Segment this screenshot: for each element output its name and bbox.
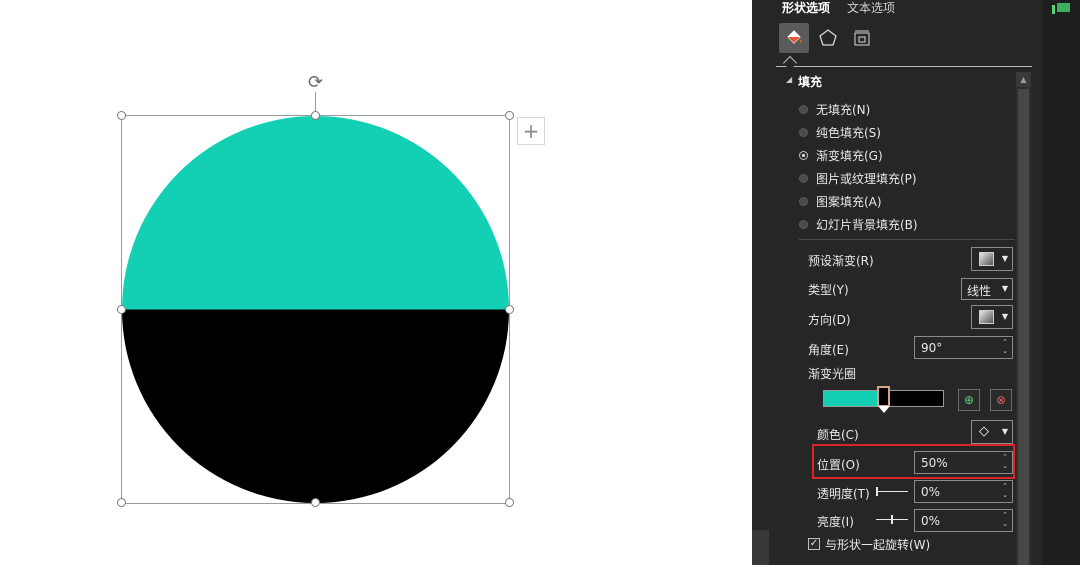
direction-label: 方向(D): [808, 313, 851, 327]
tab-shape-options[interactable]: 形状选项: [782, 0, 830, 16]
plus-icon[interactable]: +: [517, 117, 545, 145]
type-select[interactable]: 线性 ▼: [961, 278, 1013, 300]
tab-text-options[interactable]: 文本选项: [847, 0, 895, 16]
transparency-input[interactable]: [915, 481, 995, 502]
slider-knob[interactable]: [876, 487, 878, 496]
radio-button-checked[interactable]: [799, 150, 808, 160]
radio-pattern-fill[interactable]: 图案填充(A): [799, 192, 882, 210]
brightness-label: 亮度(I): [817, 515, 854, 529]
spinner-arrows-icon[interactable]: ⌃ ⌄: [1002, 338, 1008, 356]
radio-label: 无填充(N): [816, 102, 871, 117]
rotate-with-shape-label[interactable]: 与形状一起旋转(W): [825, 536, 930, 553]
transparency-label: 透明度(T): [817, 487, 870, 501]
type-select-value: 线性: [967, 284, 992, 298]
pane-divider: [776, 66, 1032, 67]
radio-label: 图片或纹理填充(P): [816, 171, 917, 186]
resize-handle-bottom[interactable]: [311, 498, 320, 507]
add-gradient-stop-icon[interactable]: ⊕: [958, 389, 980, 411]
resize-handle-right[interactable]: [505, 305, 514, 314]
format-shape-pane: 形状选项 文本选项 ▲ ◢ 填充 无填充(N) 纯色填充(S) 渐变填充(G) …: [752, 0, 1042, 565]
radio-label: 渐变填充(G): [816, 148, 883, 163]
radio-button[interactable]: [799, 127, 808, 137]
pane-edge: [752, 530, 769, 565]
right-side-strip: [1042, 0, 1080, 565]
slider-knob[interactable]: [891, 515, 893, 524]
scroll-up-icon[interactable]: ▲: [1016, 72, 1031, 87]
angle-input[interactable]: [915, 337, 995, 358]
radio-solid-fill[interactable]: 纯色填充(S): [799, 123, 881, 141]
angle-spinner[interactable]: ⌃⌄: [914, 336, 1013, 359]
collapse-arrow-icon[interactable]: ◢: [786, 75, 792, 84]
rotate-with-shape-checkbox[interactable]: ✓: [808, 538, 820, 550]
color-label: 颜色(C): [817, 428, 859, 442]
radio-label: 纯色填充(S): [816, 125, 881, 140]
chevron-down-icon: ▼: [1001, 312, 1008, 321]
spinner-arrows-icon[interactable]: ⌃ ⌄: [1002, 511, 1008, 529]
size-layout-icon[interactable]: [847, 23, 877, 53]
tab-indicator: [782, 55, 798, 71]
slide-canvas[interactable]: ⟳ +: [0, 0, 752, 565]
resize-handle-top[interactable]: [311, 111, 320, 120]
brightness-slider[interactable]: [876, 515, 908, 524]
paint-bucket-icon: ◇: [979, 424, 989, 439]
gradient-swatch-icon: [979, 252, 994, 266]
paint-bucket-icon[interactable]: [779, 23, 809, 53]
brightness-input[interactable]: [915, 510, 995, 531]
options-divider: [799, 239, 1015, 240]
radio-picture-fill[interactable]: 图片或纹理填充(P): [799, 169, 917, 187]
rotate-handle-icon[interactable]: ⟳: [304, 71, 327, 94]
radio-button[interactable]: [799, 219, 808, 229]
preset-gradient-label: 预设渐变(R): [808, 254, 874, 268]
radio-label: 幻灯片背景填充(B): [816, 217, 918, 232]
radio-gradient-fill[interactable]: 渐变填充(G): [799, 146, 883, 164]
radio-slide-background-fill[interactable]: 幻灯片背景填充(B): [799, 215, 918, 233]
scroll-thumb[interactable]: [1018, 89, 1029, 565]
pentagon-icon[interactable]: [813, 23, 843, 53]
selection-box: [121, 115, 510, 504]
radio-button[interactable]: [799, 196, 808, 206]
preset-gradient-button[interactable]: ▼: [971, 247, 1013, 271]
gradient-stops-label: 渐变光圈: [808, 367, 857, 381]
gradient-stop-pointer: [878, 406, 890, 413]
resize-handle-bottom-right[interactable]: [505, 498, 514, 507]
transparency-spinner[interactable]: ⌃⌄: [914, 480, 1013, 503]
direction-button[interactable]: ▼: [971, 305, 1013, 329]
gradient-swatch-icon: [979, 310, 994, 324]
radio-button[interactable]: [799, 173, 808, 183]
radio-button[interactable]: [799, 104, 808, 114]
section-fill-header[interactable]: 填充: [798, 73, 822, 90]
remove-gradient-stop-icon[interactable]: ⊗: [990, 389, 1012, 411]
type-label: 类型(Y): [808, 283, 849, 297]
resize-handle-bottom-left[interactable]: [117, 498, 126, 507]
resize-handle-top-right[interactable]: [505, 111, 514, 120]
color-picker-button[interactable]: ◇ ▼: [971, 420, 1013, 444]
resize-handle-left[interactable]: [117, 305, 126, 314]
gradient-stop-handle[interactable]: [877, 386, 890, 407]
highlight-box: [812, 444, 1015, 479]
spinner-arrows-icon[interactable]: ⌃ ⌄: [1002, 482, 1008, 500]
slider-track: [876, 491, 908, 492]
resize-handle-top-left[interactable]: [117, 111, 126, 120]
chevron-down-icon: ▼: [1001, 254, 1008, 263]
radio-label: 图案填充(A): [816, 194, 882, 209]
brightness-spinner[interactable]: ⌃⌄: [914, 509, 1013, 532]
transparency-slider[interactable]: [876, 487, 908, 496]
comment-icon[interactable]: [1052, 3, 1070, 15]
radio-no-fill[interactable]: 无填充(N): [799, 100, 870, 118]
chevron-down-icon: ▼: [1001, 284, 1008, 293]
pane-scrollbar[interactable]: ▲: [1016, 72, 1031, 565]
chevron-down-icon: ▼: [1001, 427, 1008, 436]
angle-label: 角度(E): [808, 343, 849, 357]
